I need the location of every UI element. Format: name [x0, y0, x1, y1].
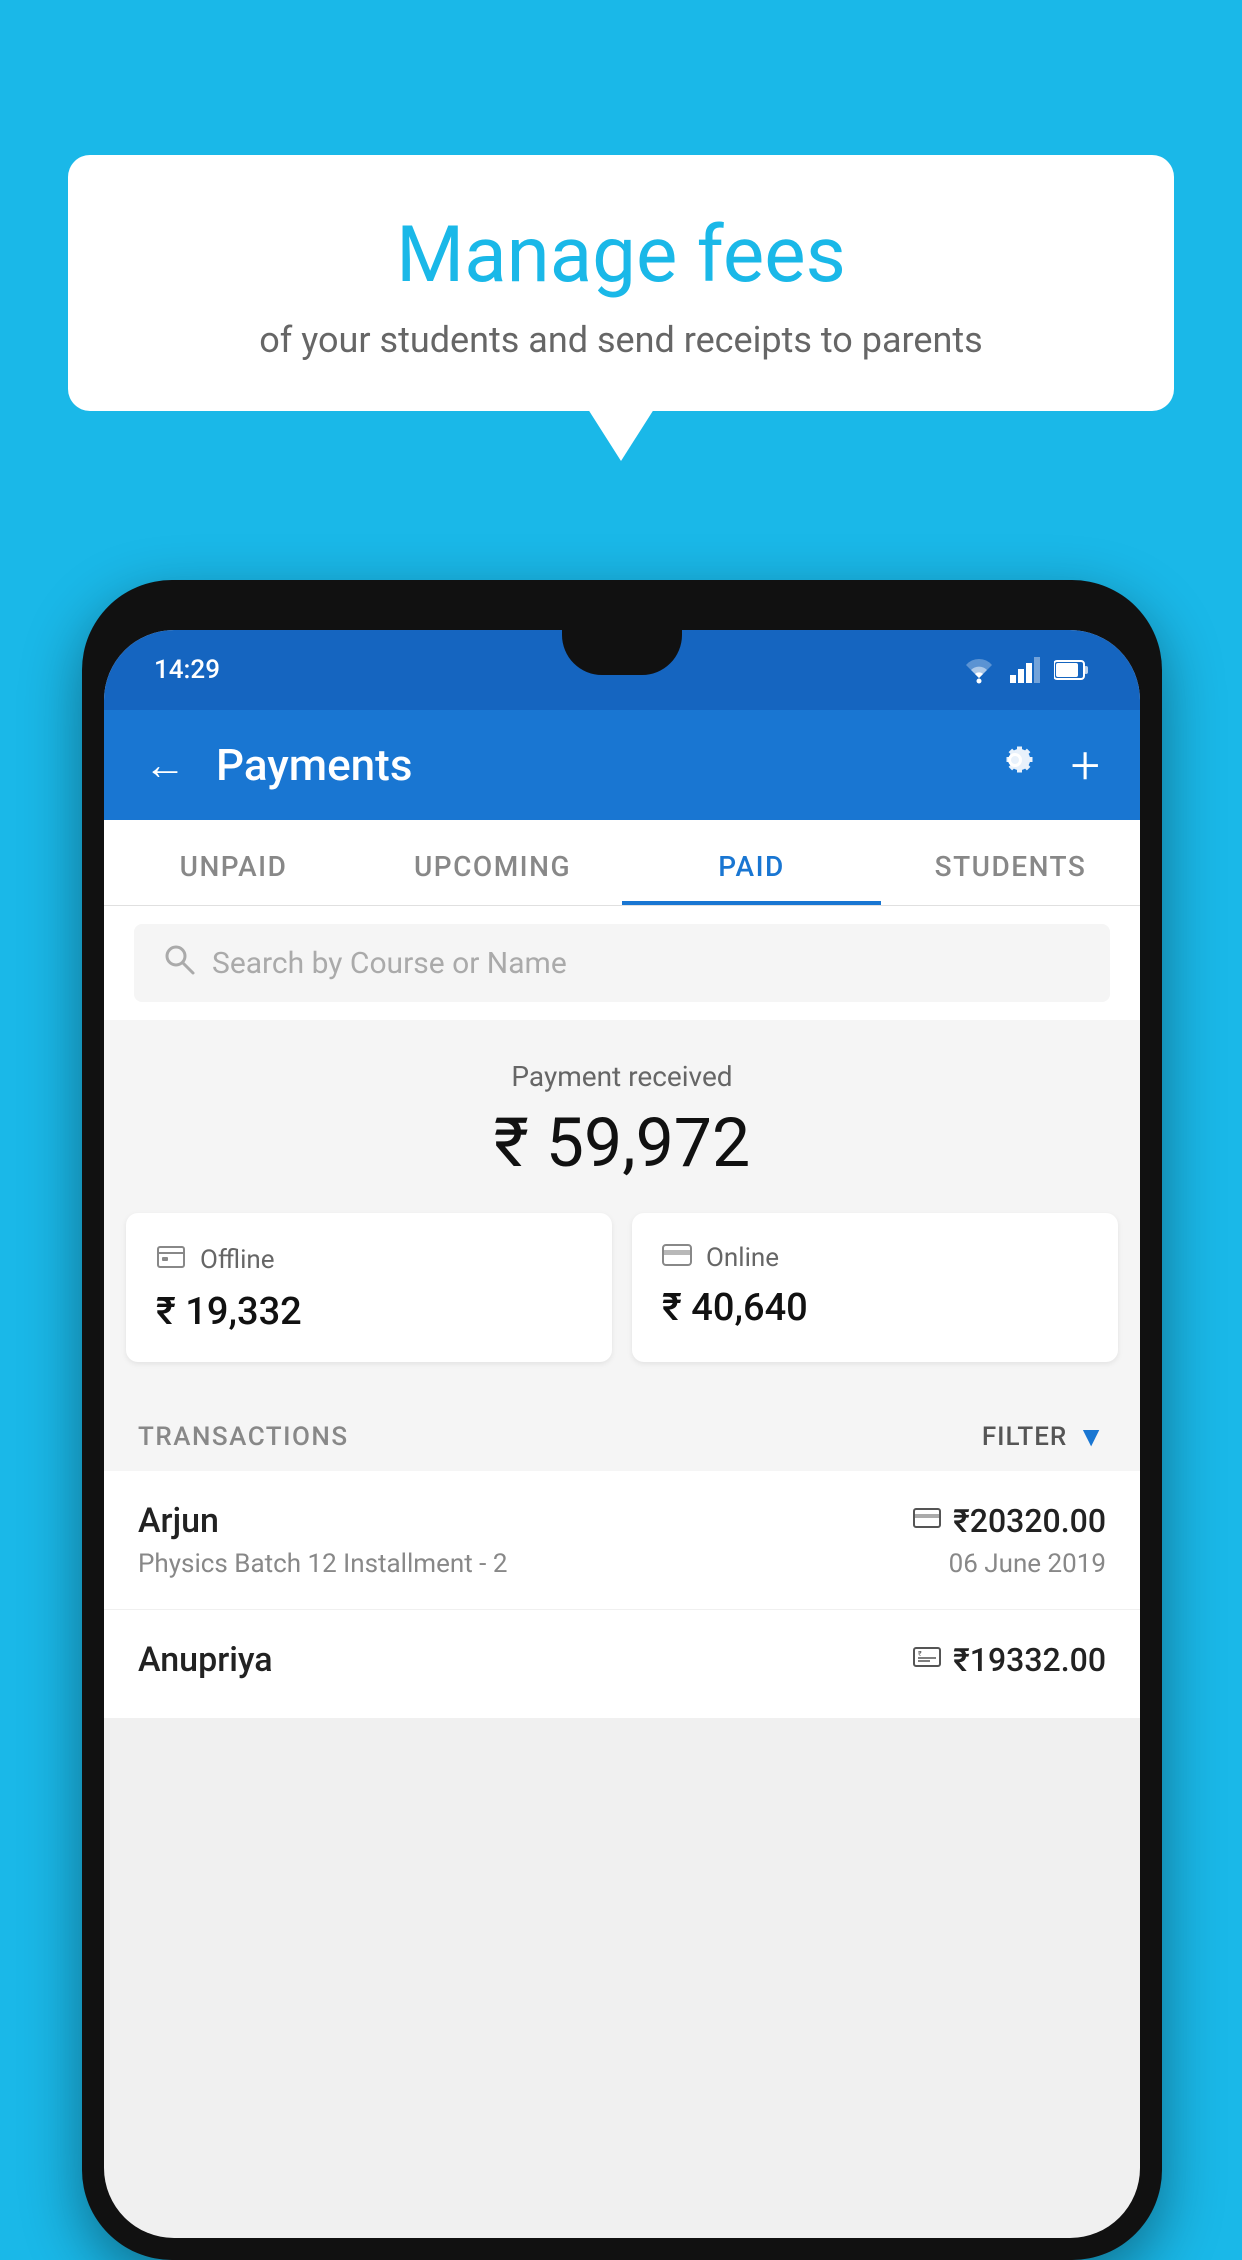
- filter-label: FILTER: [982, 1422, 1067, 1452]
- add-button[interactable]: +: [1071, 735, 1100, 796]
- tabs-bar: UNPAID UPCOMING PAID STUDENTS: [104, 820, 1140, 906]
- transaction-amount-arjun: ₹20320.00: [953, 1502, 1106, 1540]
- transaction-date-arjun: 06 June 2019: [949, 1549, 1106, 1579]
- transactions-header: TRANSACTIONS FILTER ▼: [104, 1392, 1140, 1471]
- tab-unpaid[interactable]: UNPAID: [104, 820, 363, 905]
- status-icons: [962, 656, 1090, 684]
- back-button[interactable]: ←: [144, 741, 186, 790]
- online-label: Online: [706, 1243, 779, 1273]
- app-top-bar: ← Payments +: [104, 710, 1140, 820]
- notch-cutout: [562, 630, 682, 675]
- filter-icon: ▼: [1077, 1420, 1106, 1453]
- transaction-desc-arjun: Physics Batch 12 Installment - 2: [138, 1549, 507, 1579]
- bubble-subtitle: of your students and send receipts to pa…: [128, 319, 1114, 361]
- payment-amount: ₹ 59,972: [134, 1103, 1110, 1183]
- tab-paid[interactable]: PAID: [622, 820, 881, 905]
- page-title: Payments: [216, 739, 995, 791]
- online-amount: ₹ 40,640: [662, 1286, 1088, 1330]
- transaction-payment-icon-arjun: [913, 1506, 941, 1536]
- offline-amount: ₹ 19,332: [156, 1290, 582, 1334]
- payment-received: Payment received ₹ 59,972: [104, 1020, 1140, 1213]
- tab-students[interactable]: STUDENTS: [881, 820, 1140, 905]
- transaction-name-arjun: Arjun: [138, 1501, 219, 1541]
- transactions-label: TRANSACTIONS: [138, 1422, 349, 1452]
- transaction-amount-wrap-arjun: ₹20320.00: [913, 1502, 1106, 1540]
- bubble-title: Manage fees: [128, 210, 1114, 301]
- transaction-row-arjun[interactable]: Arjun ₹20320.00 Physics Batch 12 Install…: [104, 1471, 1140, 1610]
- phone-frame: 14:29: [82, 580, 1162, 2260]
- offline-card-header: Offline: [156, 1241, 582, 1278]
- filter-button[interactable]: FILTER ▼: [982, 1420, 1106, 1453]
- online-card-header: Online: [662, 1241, 1088, 1274]
- status-bar: 14:29: [104, 630, 1140, 710]
- offline-payment-card: Offline ₹ 19,332: [126, 1213, 612, 1362]
- phone-screen: 14:29: [104, 630, 1140, 2238]
- tab-upcoming[interactable]: UPCOMING: [363, 820, 622, 905]
- transaction-amount-wrap-anupriya: ₹ ₹19332.00: [913, 1641, 1106, 1679]
- background: Manage fees of your students and send re…: [0, 0, 1242, 2208]
- offline-label: Offline: [200, 1245, 275, 1275]
- transaction-row-anupriya[interactable]: Anupriya ₹ ₹19332.00: [104, 1610, 1140, 1719]
- payment-cards: Offline ₹ 19,332 Online: [104, 1213, 1140, 1392]
- transaction-amount-anupriya: ₹19332.00: [953, 1641, 1106, 1679]
- battery-icon: [1054, 659, 1090, 681]
- offline-icon: [156, 1241, 186, 1278]
- search-placeholder: Search by Course or Name: [212, 946, 567, 981]
- online-payment-card: Online ₹ 40,640: [632, 1213, 1118, 1362]
- status-time: 14:29: [154, 655, 220, 685]
- transaction-name-anupriya: Anupriya: [138, 1640, 273, 1680]
- payment-label: Payment received: [134, 1060, 1110, 1093]
- settings-button[interactable]: [995, 740, 1035, 790]
- search-container: Search by Course or Name: [104, 906, 1140, 1020]
- transaction-top-arjun: Arjun ₹20320.00: [138, 1501, 1106, 1541]
- wifi-icon: [962, 656, 996, 684]
- search-icon: [162, 942, 196, 984]
- search-box[interactable]: Search by Course or Name: [134, 924, 1110, 1002]
- transaction-top-anupriya: Anupriya ₹ ₹19332.00: [138, 1640, 1106, 1680]
- transaction-payment-icon-anupriya: ₹: [913, 1645, 941, 1675]
- speech-bubble: Manage fees of your students and send re…: [68, 155, 1174, 411]
- svg-text:₹: ₹: [918, 1650, 922, 1658]
- top-bar-actions: +: [995, 735, 1100, 796]
- transaction-bottom-arjun: Physics Batch 12 Installment - 2 06 June…: [138, 1549, 1106, 1579]
- online-icon: [662, 1241, 692, 1274]
- signal-icon: [1010, 657, 1040, 683]
